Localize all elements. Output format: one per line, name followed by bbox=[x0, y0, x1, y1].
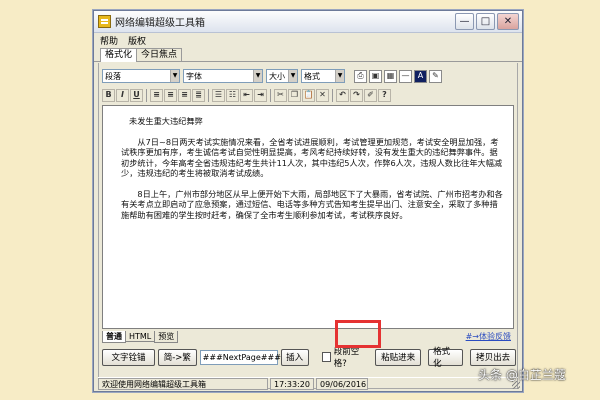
ordered-list-icon[interactable]: ☰ bbox=[212, 88, 225, 102]
indent-checkbox[interactable] bbox=[321, 352, 331, 362]
app-window: 网络编辑超级工具箱 — □ ✕ 帮助 版权 格式化 今日焦点 段落 ▼ 字体 ▼ 大… bbox=[93, 10, 523, 392]
justify-icon[interactable]: ≣ bbox=[192, 88, 205, 102]
separator bbox=[332, 88, 333, 102]
font-select[interactable]: 字体 ▼ bbox=[183, 69, 263, 83]
close-button[interactable]: ✕ bbox=[497, 13, 519, 30]
size-select[interactable]: 大小 ▼ bbox=[266, 69, 298, 83]
article-paragraph: 8日上午，广州市部分地区从早上便开始下大雨，局部地区下了大暴雨，省考试院、广州市… bbox=[121, 188, 503, 220]
redo-icon[interactable]: ↷ bbox=[350, 88, 363, 102]
text-editor[interactable]: 未发生重大违纪舞弊 从7日~8日两天考试实施情况来看，全省考试进展顺利，考试管理… bbox=[102, 105, 514, 329]
status-time: 17:33:20 bbox=[270, 378, 314, 390]
chevron-down-icon: ▼ bbox=[170, 70, 179, 82]
chevron-down-icon: ▼ bbox=[253, 70, 262, 82]
edit-icon[interactable]: ✐ bbox=[364, 88, 377, 102]
insert-button[interactable]: 插入 bbox=[280, 348, 309, 366]
copy-icon[interactable]: ❐ bbox=[288, 88, 301, 102]
paragraph-select[interactable]: 段落 ▼ bbox=[102, 69, 180, 83]
format-select[interactable]: 格式 ▼ bbox=[301, 69, 345, 83]
italic-button[interactable]: I bbox=[116, 88, 129, 102]
image-icon[interactable]: ▣ bbox=[369, 69, 382, 83]
format-button[interactable]: 格式化 bbox=[428, 347, 464, 369]
align-center-icon[interactable]: ≡ bbox=[164, 88, 177, 102]
paste-in-button[interactable]: 粘贴进来 bbox=[375, 348, 422, 366]
size-select-value: 大小 bbox=[269, 71, 285, 81]
separator bbox=[208, 88, 209, 102]
view-tabs: 普通 HTML 预览 bbox=[102, 331, 179, 343]
unordered-list-icon[interactable]: ☷ bbox=[226, 88, 239, 102]
status-date: 09/06/2016 bbox=[316, 378, 368, 390]
printer-icon[interactable]: ⎙ bbox=[354, 69, 367, 83]
window-title: 网络编辑超级工具箱 bbox=[115, 18, 205, 29]
underline-button[interactable]: U bbox=[130, 88, 143, 102]
toolbar-top: 段落 ▼ 字体 ▼ 大小 ▼ 格式 ▼ ⎙ ▣ ▦ — A ✎ bbox=[102, 68, 442, 84]
status-welcome: 欢迎使用网络编辑超级工具箱 bbox=[98, 378, 268, 390]
indent-icon[interactable]: ⇥ bbox=[254, 88, 267, 102]
minimize-button[interactable]: — bbox=[455, 13, 474, 30]
outdent-icon[interactable]: ⇤ bbox=[240, 88, 253, 102]
menu-help[interactable]: 帮助 bbox=[100, 34, 118, 47]
bold-button[interactable]: B bbox=[102, 88, 115, 102]
menu-copyright[interactable]: 版权 bbox=[128, 34, 146, 47]
simp-trad-button[interactable]: 简->繁 bbox=[158, 348, 197, 366]
nextpage-input[interactable]: ###NextPage### bbox=[199, 349, 281, 365]
chevron-down-icon: ▼ bbox=[335, 70, 344, 82]
watermark: 头条 @白芷兰蔻 bbox=[478, 368, 566, 382]
horizontal-rule-icon[interactable]: — bbox=[399, 69, 412, 83]
align-left-icon[interactable]: ≡ bbox=[150, 88, 163, 102]
help-icon[interactable]: ? bbox=[378, 88, 391, 102]
cut-icon[interactable]: ✂ bbox=[274, 88, 287, 102]
delete-icon[interactable]: ✕ bbox=[316, 88, 329, 102]
copy-out-button[interactable]: 拷贝出去 bbox=[470, 348, 516, 366]
title-bar: 网络编辑超级工具箱 — □ ✕ bbox=[94, 11, 522, 33]
tab-format[interactable]: 格式化 bbox=[100, 48, 138, 62]
separator bbox=[270, 88, 271, 102]
align-right-icon[interactable]: ≡ bbox=[178, 88, 191, 102]
toolbar-bottom: B I U ≡ ≡ ≡ ≣ ☰ ☷ ⇤ ⇥ ✂ ❐ 📋 ✕ ↶ ↷ ✐ ? bbox=[102, 87, 391, 103]
indent-checkbox-label: 段前空格? bbox=[333, 347, 360, 369]
menu-bar: 帮助 版权 bbox=[94, 33, 522, 48]
text-color-icon[interactable]: A bbox=[414, 69, 427, 83]
paste-icon[interactable]: 📋 bbox=[302, 88, 315, 102]
format-panel: 段落 ▼ 字体 ▼ 大小 ▼ 格式 ▼ ⎙ ▣ ▦ — A ✎ B I U ≡ ≡ ≡ … bbox=[98, 63, 518, 389]
format-select-value: 格式 bbox=[304, 71, 320, 81]
separator bbox=[146, 88, 147, 102]
status-bar: 欢迎使用网络编辑超级工具箱 17:33:20 09/06/2016 bbox=[98, 377, 518, 390]
action-bar: 文字铨锚 简->繁 ###NextPage### 插入 段前空格? 粘贴进来 格… bbox=[102, 346, 516, 369]
undo-icon[interactable]: ↶ bbox=[336, 88, 349, 102]
feedback-link[interactable]: #→体验反馈 bbox=[466, 331, 511, 342]
chevron-down-icon: ▼ bbox=[288, 70, 297, 82]
top-tabs: 格式化 今日焦点 bbox=[94, 48, 522, 62]
paragraph-select-value: 段落 bbox=[105, 71, 121, 81]
table-icon[interactable]: ▦ bbox=[384, 69, 397, 83]
maximize-button[interactable]: □ bbox=[476, 13, 495, 30]
article-title: 未发生重大违纪舞弊 bbox=[129, 116, 203, 126]
highlight-box bbox=[335, 320, 381, 348]
highlight-pen-icon[interactable]: ✎ bbox=[429, 69, 442, 83]
font-select-value: 字体 bbox=[186, 71, 202, 81]
tab-today-focus[interactable]: 今日焦点 bbox=[136, 48, 183, 61]
article-paragraph: 从7日~8日两天考试实施情况来看，全省考试进展顺利，考试管理更加规范，考试安全明… bbox=[121, 136, 503, 179]
text-extract-button[interactable]: 文字铨锚 bbox=[102, 348, 155, 366]
tab-preview[interactable]: 预览 bbox=[154, 331, 179, 343]
tab-html[interactable]: HTML bbox=[125, 332, 156, 342]
app-icon bbox=[98, 15, 111, 28]
tab-normal[interactable]: 普通 bbox=[102, 331, 126, 343]
